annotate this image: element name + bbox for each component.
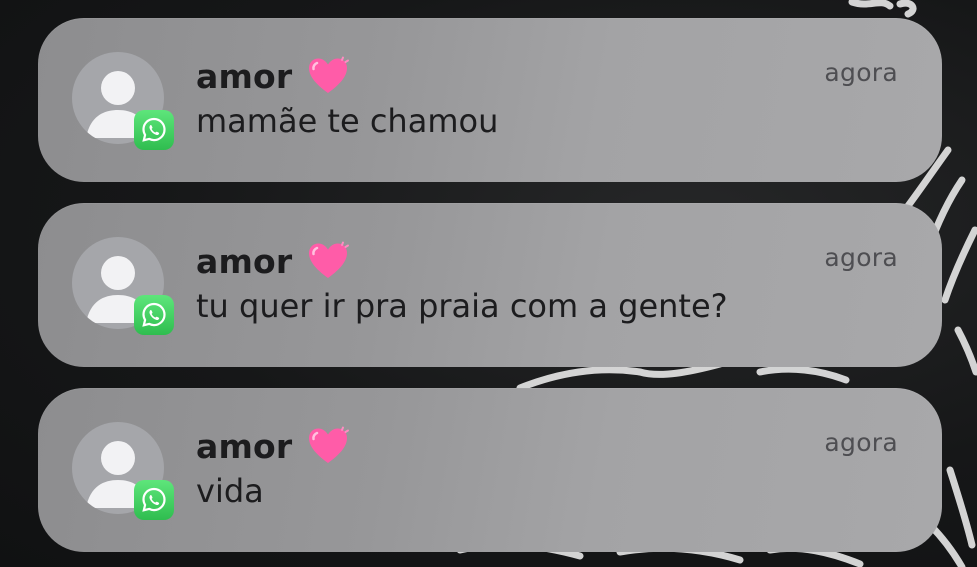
- notification-time: agora: [824, 58, 898, 87]
- contact-avatar-group: [72, 237, 174, 335]
- notification-message: mamãe te chamou: [196, 102, 499, 140]
- sender-row: amor: [196, 424, 350, 468]
- sender-name: amor: [196, 426, 293, 466]
- sender-row: amor: [196, 239, 350, 283]
- whatsapp-icon: [134, 295, 174, 335]
- sender-row: amor: [196, 54, 350, 98]
- contact-avatar-group: [72, 52, 174, 150]
- notification-time: agora: [824, 243, 898, 272]
- contact-avatar-group: [72, 422, 174, 520]
- pink-heart-icon: [309, 241, 350, 278]
- notification-message: tu quer ir pra praia com a gente?: [196, 287, 728, 325]
- whatsapp-icon: [134, 480, 174, 520]
- notification-time: agora: [824, 428, 898, 457]
- lock-screen: amor agora mamãe te chamou amor agora tu…: [0, 0, 977, 567]
- whatsapp-icon: [134, 110, 174, 150]
- sender-name: amor: [196, 56, 293, 96]
- sender-name: amor: [196, 241, 293, 281]
- pink-heart-icon: [309, 56, 350, 93]
- notification-message: vida: [196, 472, 264, 510]
- notification-card[interactable]: amor agora tu quer ir pra praia com a ge…: [38, 203, 942, 367]
- pink-heart-icon: [309, 426, 350, 463]
- notification-card[interactable]: amor agora mamãe te chamou: [38, 18, 942, 182]
- notification-card[interactable]: amor agora vida: [38, 388, 942, 552]
